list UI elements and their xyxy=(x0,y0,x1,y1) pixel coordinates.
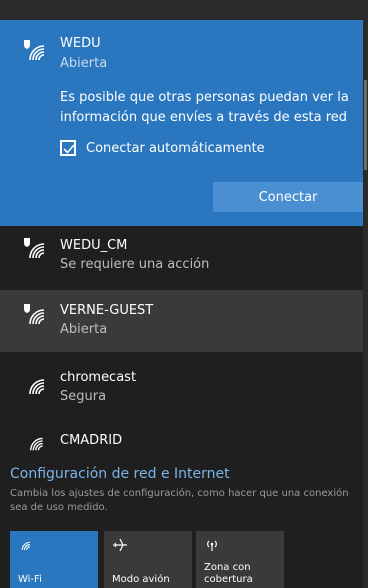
network-name: chromecast xyxy=(60,370,137,385)
wifi-toggle-tile[interactable]: Wi-Fi xyxy=(10,531,98,588)
network-status: Abierta xyxy=(60,56,108,71)
auto-connect-checkbox[interactable] xyxy=(60,140,76,156)
network-name: WEDU_CM xyxy=(60,238,128,253)
wifi-icon xyxy=(30,437,43,451)
wifi-tile-label: Wi-Fi xyxy=(18,574,42,585)
network-item-verne-guest[interactable]: VERNE-GUEST Abierta xyxy=(0,290,363,352)
airplane-mode-tile[interactable]: Modo avión xyxy=(104,531,192,588)
network-name: WEDU xyxy=(60,36,101,51)
network-name: VERNE-GUEST xyxy=(60,303,154,318)
wifi-shield-icon xyxy=(24,40,45,61)
wifi-shield-icon xyxy=(24,304,45,325)
network-item-wedu[interactable]: WEDU Abierta Es posible que otras person… xyxy=(0,20,363,226)
open-network-warning: Es posible que otras personas puedan ver… xyxy=(60,90,349,125)
auto-connect-checkbox-row[interactable]: Conectar automáticamente xyxy=(60,138,265,158)
wifi-icon xyxy=(21,541,30,551)
network-status: Se requiere una acción xyxy=(60,257,210,272)
airplane-icon xyxy=(113,538,127,552)
panel-top-strip xyxy=(0,0,368,20)
network-item-chromecast[interactable]: chromecast Segura xyxy=(0,356,363,416)
airplane-tile-label: Modo avión xyxy=(112,574,170,585)
hotspot-icon xyxy=(207,540,217,551)
network-settings-link[interactable]: Configuración de red e Internet xyxy=(10,466,230,482)
network-status: Abierta xyxy=(60,322,108,337)
network-name: CMADRID xyxy=(60,433,123,448)
auto-connect-label: Conectar automáticamente xyxy=(86,140,265,156)
connect-button[interactable]: Conectar xyxy=(213,182,363,212)
wifi-icon xyxy=(29,379,45,395)
network-item-cmadrid[interactable]: CMADRID xyxy=(0,424,363,458)
wifi-shield-icon xyxy=(24,238,45,259)
network-status: Segura xyxy=(60,389,107,404)
scrollbar-thumb[interactable] xyxy=(364,80,367,170)
hotspot-tile-label: Zona con cobertura xyxy=(204,562,253,585)
network-settings-description: Cambia los ajustes de configuración, com… xyxy=(10,488,349,513)
network-item-wedu-cm[interactable]: WEDU_CM Se requiere una acción xyxy=(0,226,363,288)
checkmark-icon xyxy=(63,144,75,154)
mobile-hotspot-tile[interactable]: Zona con cobertura xyxy=(196,531,284,588)
